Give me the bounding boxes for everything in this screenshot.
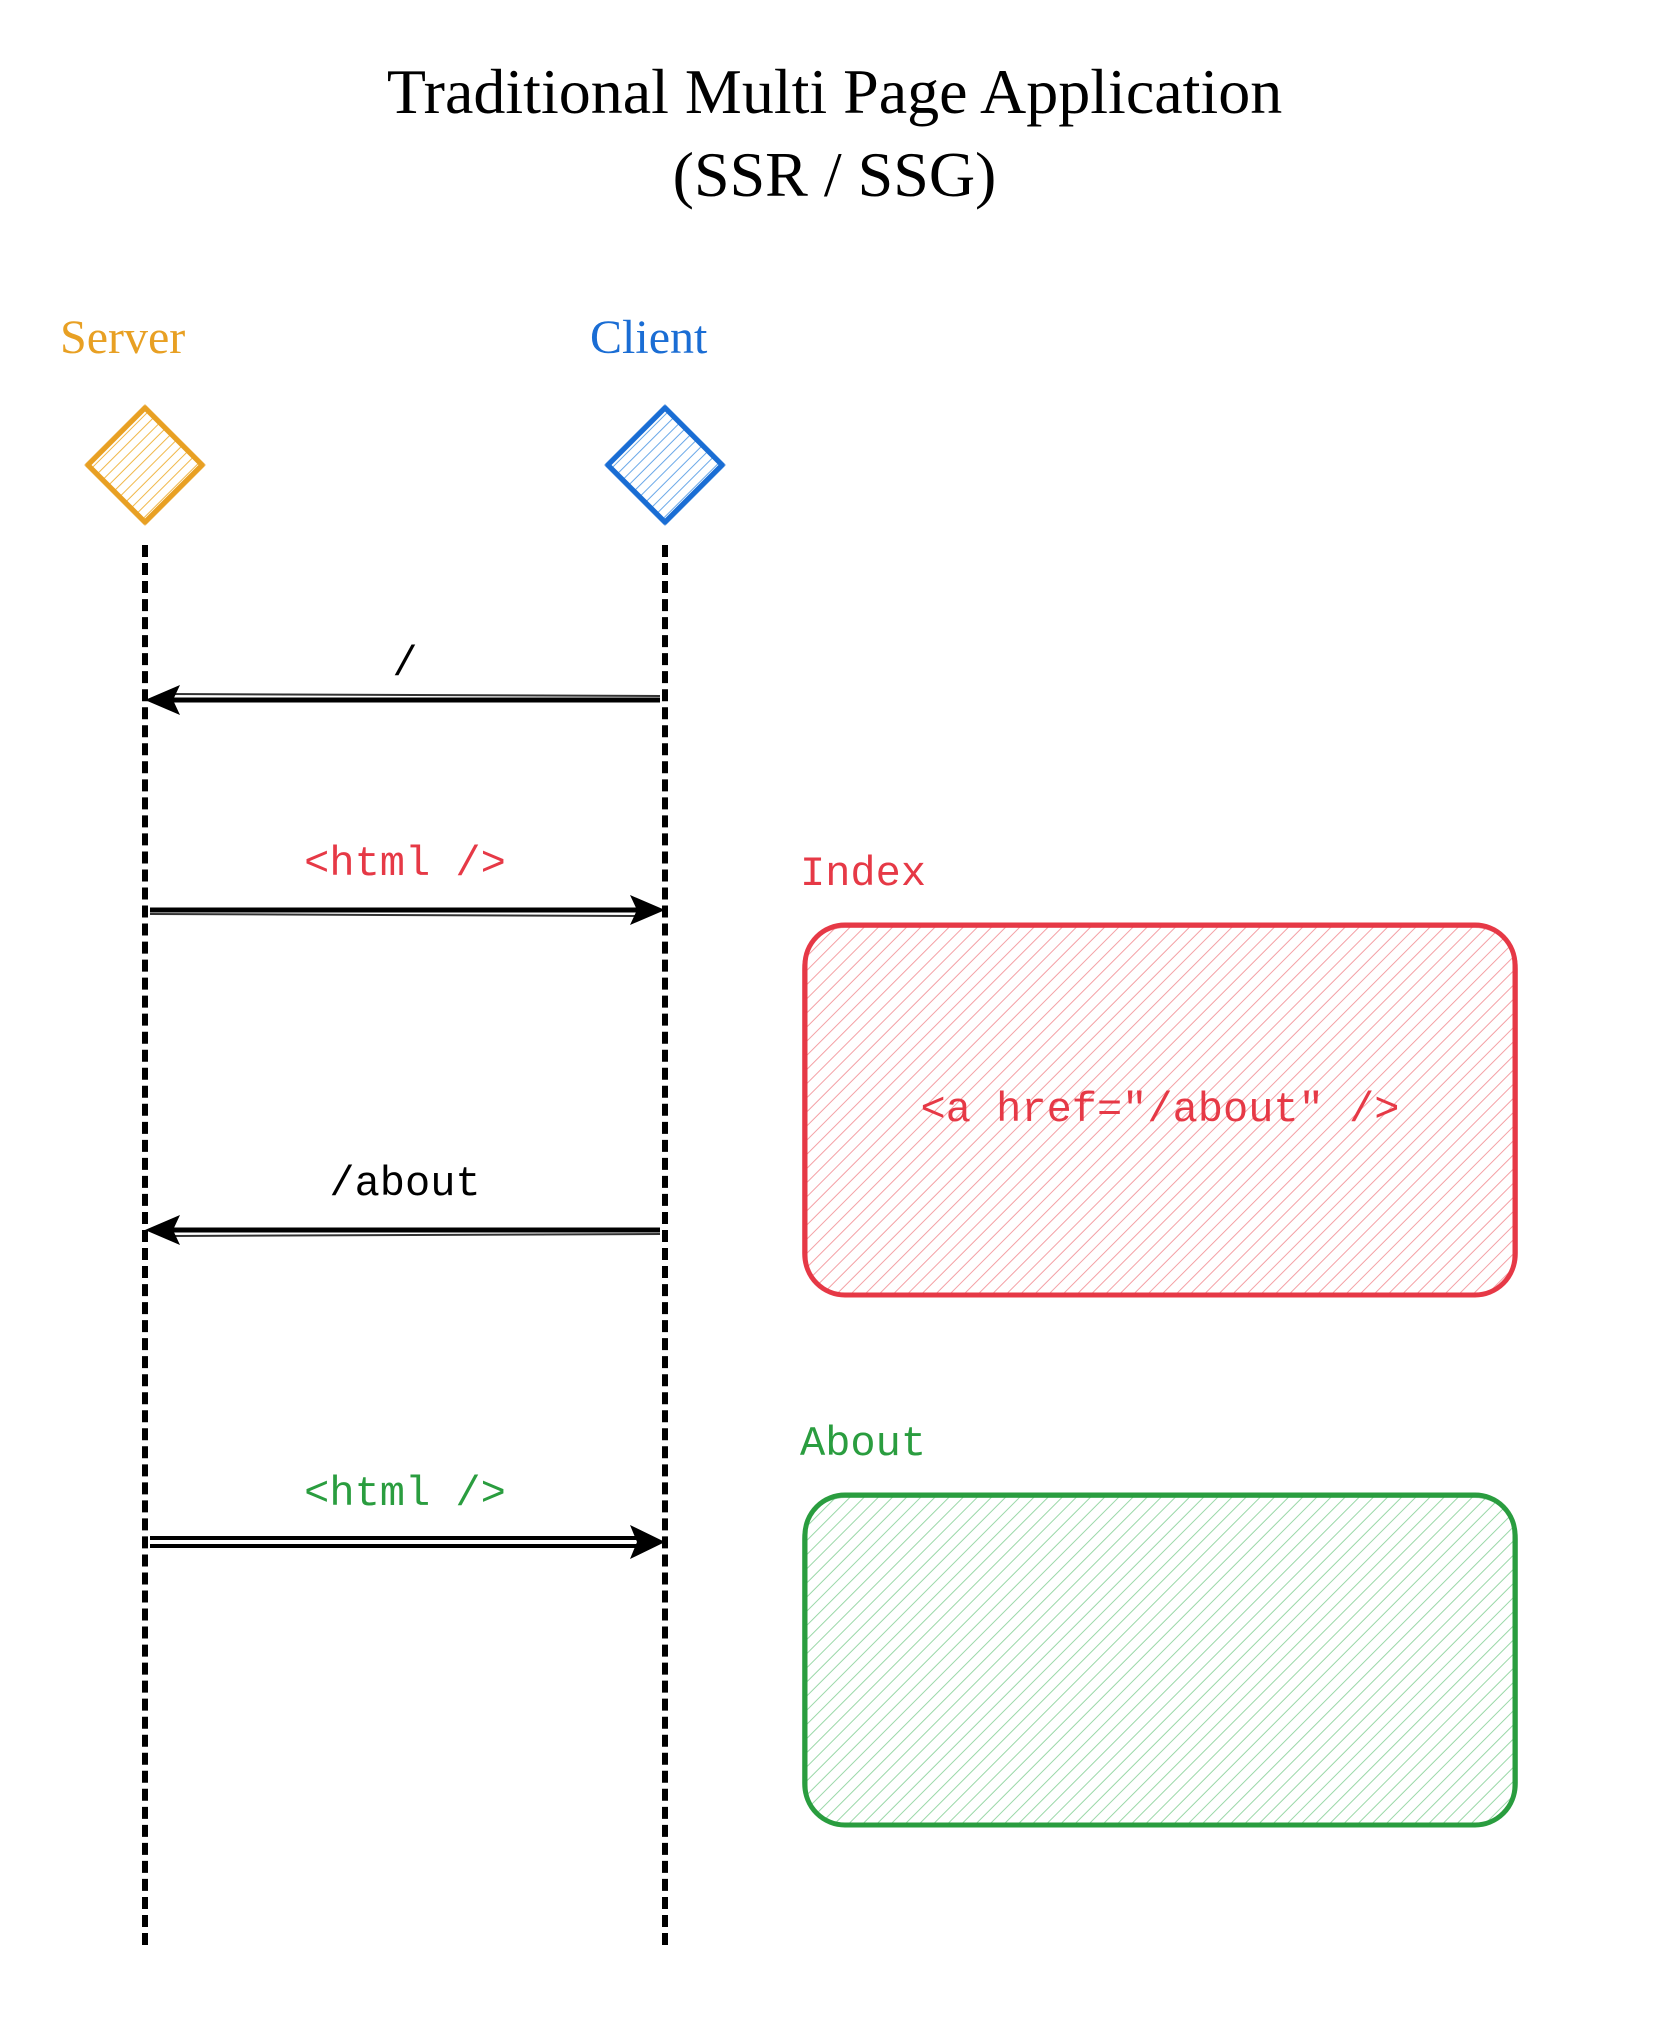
client-node-icon xyxy=(600,400,730,530)
index-page-box: <a href="/about" /> xyxy=(800,920,1520,1300)
server-label: Server xyxy=(60,310,185,365)
diagram-canvas: Traditional Multi Page Application (SSR … xyxy=(0,0,1669,2028)
request-arrow-root: / xyxy=(145,680,665,760)
about-page-label: About xyxy=(800,1420,926,1468)
response-arrow-about: <html /> xyxy=(145,1520,665,1600)
response-label-index: <html /> xyxy=(145,840,665,888)
index-page-label: Index xyxy=(800,850,926,898)
response-arrow-index: <html /> xyxy=(145,890,665,970)
server-node-icon xyxy=(80,400,210,530)
request-arrow-about: /about xyxy=(145,1210,665,1290)
about-page-box xyxy=(800,1490,1520,1830)
client-label: Client xyxy=(590,310,707,365)
request-label-about: /about xyxy=(145,1160,665,1208)
title-line-2: (SSR / SSG) xyxy=(673,139,997,210)
diagram-title: Traditional Multi Page Application (SSR … xyxy=(0,50,1669,216)
request-label-root: / xyxy=(145,640,665,688)
response-label-about: <html /> xyxy=(145,1470,665,1518)
index-page-content: <a href="/about" /> xyxy=(921,1086,1400,1134)
title-line-1: Traditional Multi Page Application xyxy=(387,56,1282,127)
